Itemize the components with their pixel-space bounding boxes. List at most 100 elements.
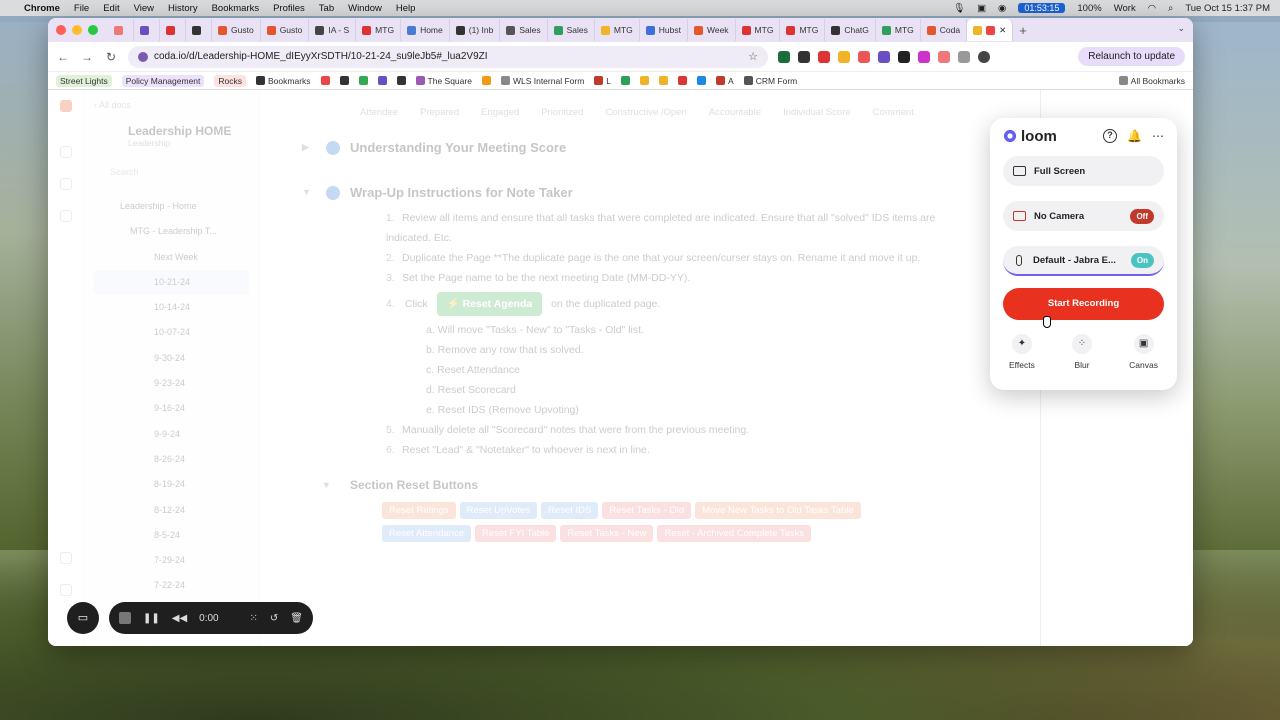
menu-view[interactable]: View — [134, 3, 154, 14]
sidebar-page-item[interactable]: 8-26-24 — [94, 447, 249, 472]
trash-icon[interactable]: 🗑 — [290, 613, 303, 624]
extension-icon[interactable] — [918, 50, 930, 63]
bookmark-item[interactable]: WLS Internal Form — [500, 76, 584, 86]
more-options-icon[interactable]: ⋯ — [1152, 129, 1164, 143]
microphone-option[interactable]: Default - Jabra E... On — [1003, 246, 1164, 276]
bookmark-chip[interactable]: Policy Management — [121, 74, 205, 87]
extension-icon[interactable] — [898, 50, 910, 63]
puzzle-icon[interactable] — [958, 50, 970, 63]
recording-timer[interactable]: 01:53:15 — [1018, 3, 1066, 13]
sidebar-page-item[interactable]: 9-23-24 — [94, 371, 249, 396]
tab[interactable]: Home — [401, 19, 450, 41]
bell-icon[interactable]: 🔔 — [1127, 129, 1142, 143]
bookmark-star-icon[interactable]: ☆ — [748, 50, 758, 63]
tab[interactable]: Sales — [500, 19, 548, 41]
menu-edit[interactable]: Edit — [103, 3, 119, 14]
column-header[interactable]: Prioritized — [541, 107, 583, 118]
bookmark-item[interactable]: A — [716, 76, 734, 86]
tab[interactable] — [160, 19, 186, 41]
menu-history[interactable]: History — [168, 3, 198, 14]
site-info-icon[interactable] — [138, 51, 148, 62]
gallery-icon[interactable] — [60, 584, 72, 596]
menu-file[interactable]: File — [74, 3, 89, 14]
menu-help[interactable]: Help — [396, 3, 416, 14]
expand-triangle-icon[interactable]: ▼ — [322, 480, 331, 490]
restart-icon[interactable]: ↺ — [270, 613, 278, 624]
forward-button[interactable]: → — [80, 50, 94, 64]
bookmark-chip[interactable]: Rocks — [214, 74, 247, 87]
sidebar-page-item[interactable]: 9-16-24 — [94, 396, 249, 421]
sidebar-page-item[interactable]: 9-30-24 — [94, 346, 249, 371]
tab-search-chevron-icon[interactable]: ⌄ — [1177, 23, 1185, 34]
tab[interactable]: Week — [688, 19, 736, 41]
full-screen-option[interactable]: Full Screen — [1003, 156, 1164, 186]
tab[interactable]: IA - S — [309, 19, 357, 41]
minimize-window-button[interactable] — [72, 25, 82, 35]
recent-icon[interactable] — [60, 146, 72, 158]
bookmark-item[interactable]: L — [594, 76, 611, 86]
tab[interactable]: (1) Inb — [450, 19, 501, 41]
column-header[interactable]: Attendee — [360, 107, 398, 118]
tab[interactable]: Hubst — [640, 19, 688, 41]
extension-icon[interactable] — [858, 50, 870, 63]
help-icon[interactable]: ? — [1103, 129, 1118, 143]
effects-button[interactable]: ✦ Effects — [1009, 334, 1035, 370]
tab[interactable]: Gusto — [261, 19, 310, 41]
screen-share-icon[interactable]: ▣ — [977, 3, 986, 14]
bookmark-item[interactable] — [659, 76, 669, 85]
tab[interactable]: MTG — [595, 19, 640, 41]
bookmark-item[interactable] — [377, 76, 387, 85]
section-reset-button[interactable]: Reset Attendance — [382, 525, 471, 542]
star-icon[interactable] — [60, 178, 72, 190]
bookmark-item[interactable] — [481, 76, 491, 85]
bookmark-item[interactable] — [339, 76, 349, 85]
stop-icon[interactable] — [119, 612, 131, 624]
extension-icon[interactable] — [818, 50, 830, 63]
microphone-toggle[interactable]: On — [1130, 252, 1154, 268]
tab[interactable]: MTG — [780, 19, 826, 41]
tab[interactable] — [108, 19, 134, 41]
extension-icon[interactable] — [778, 50, 790, 63]
sidebar-page-item[interactable]: Leadership - Home — [94, 194, 249, 219]
mic-icon[interactable]: 🎙 — [953, 3, 965, 14]
section-wrap-up[interactable]: ▼ Wrap-Up Instructions for Note Taker — [280, 185, 973, 200]
menu-app-name[interactable]: Chrome — [24, 3, 60, 14]
pause-icon[interactable]: ❚❚ — [143, 613, 160, 624]
section-reset-button[interactable]: Move New Tasks to Old Tasks Table — [695, 502, 861, 519]
avatar[interactable] — [978, 50, 990, 63]
section-reset-button[interactable]: Reset UpVotes — [459, 502, 538, 519]
focus-mode[interactable]: Work — [1114, 3, 1136, 14]
zoom-window-button[interactable] — [88, 25, 98, 35]
all-docs-link[interactable]: ‹ All docs — [94, 100, 249, 110]
bookmark-item[interactable] — [320, 76, 330, 85]
section-reset-button[interactable]: Reset - Archived Complete Tasks — [657, 525, 812, 542]
sidebar-page-item[interactable]: 8-19-24 — [94, 472, 249, 497]
blur-button[interactable]: ⁘ Blur — [1072, 334, 1092, 370]
menu-window[interactable]: Window — [348, 3, 382, 14]
column-header[interactable]: Engaged — [481, 107, 519, 118]
relaunch-button[interactable]: Relaunch to update — [1078, 47, 1185, 66]
expand-triangle-icon[interactable]: ▼ — [302, 187, 311, 197]
battery-percent[interactable]: 100% — [1077, 3, 1101, 14]
loom-icon[interactable]: ◉ — [998, 3, 1006, 14]
back-button[interactable]: ← — [56, 50, 70, 64]
sidebar-page-item[interactable]: 10-14-24 — [94, 295, 249, 320]
all-bookmarks[interactable]: All Bookmarks — [1118, 76, 1185, 86]
sidebar-search-input[interactable]: Search — [94, 162, 249, 182]
folder-icon[interactable] — [60, 210, 72, 222]
bookmark-item[interactable] — [640, 76, 650, 85]
tab-active[interactable]: ✕ — [967, 19, 1014, 41]
new-tab-button[interactable]: + — [1019, 23, 1027, 38]
column-header[interactable]: Constructive /Open — [605, 107, 686, 118]
camera-toggle[interactable]: Off — [1130, 208, 1154, 224]
tab[interactable]: Coda — [921, 19, 968, 41]
close-window-button[interactable] — [56, 25, 66, 35]
column-header[interactable]: Comment — [873, 107, 914, 118]
section-reset-buttons[interactable]: ▼ Section Reset Buttons — [280, 478, 973, 492]
wifi-icon[interactable]: ◠ — [1148, 3, 1156, 14]
column-header[interactable]: Accountable — [709, 107, 761, 118]
menu-bookmarks[interactable]: Bookmarks — [212, 3, 260, 14]
camera-bubble-button[interactable]: ▭ — [67, 602, 99, 634]
sidebar-page-item[interactable]: 7-29-24 — [94, 548, 249, 573]
menu-profiles[interactable]: Profiles — [273, 3, 305, 14]
